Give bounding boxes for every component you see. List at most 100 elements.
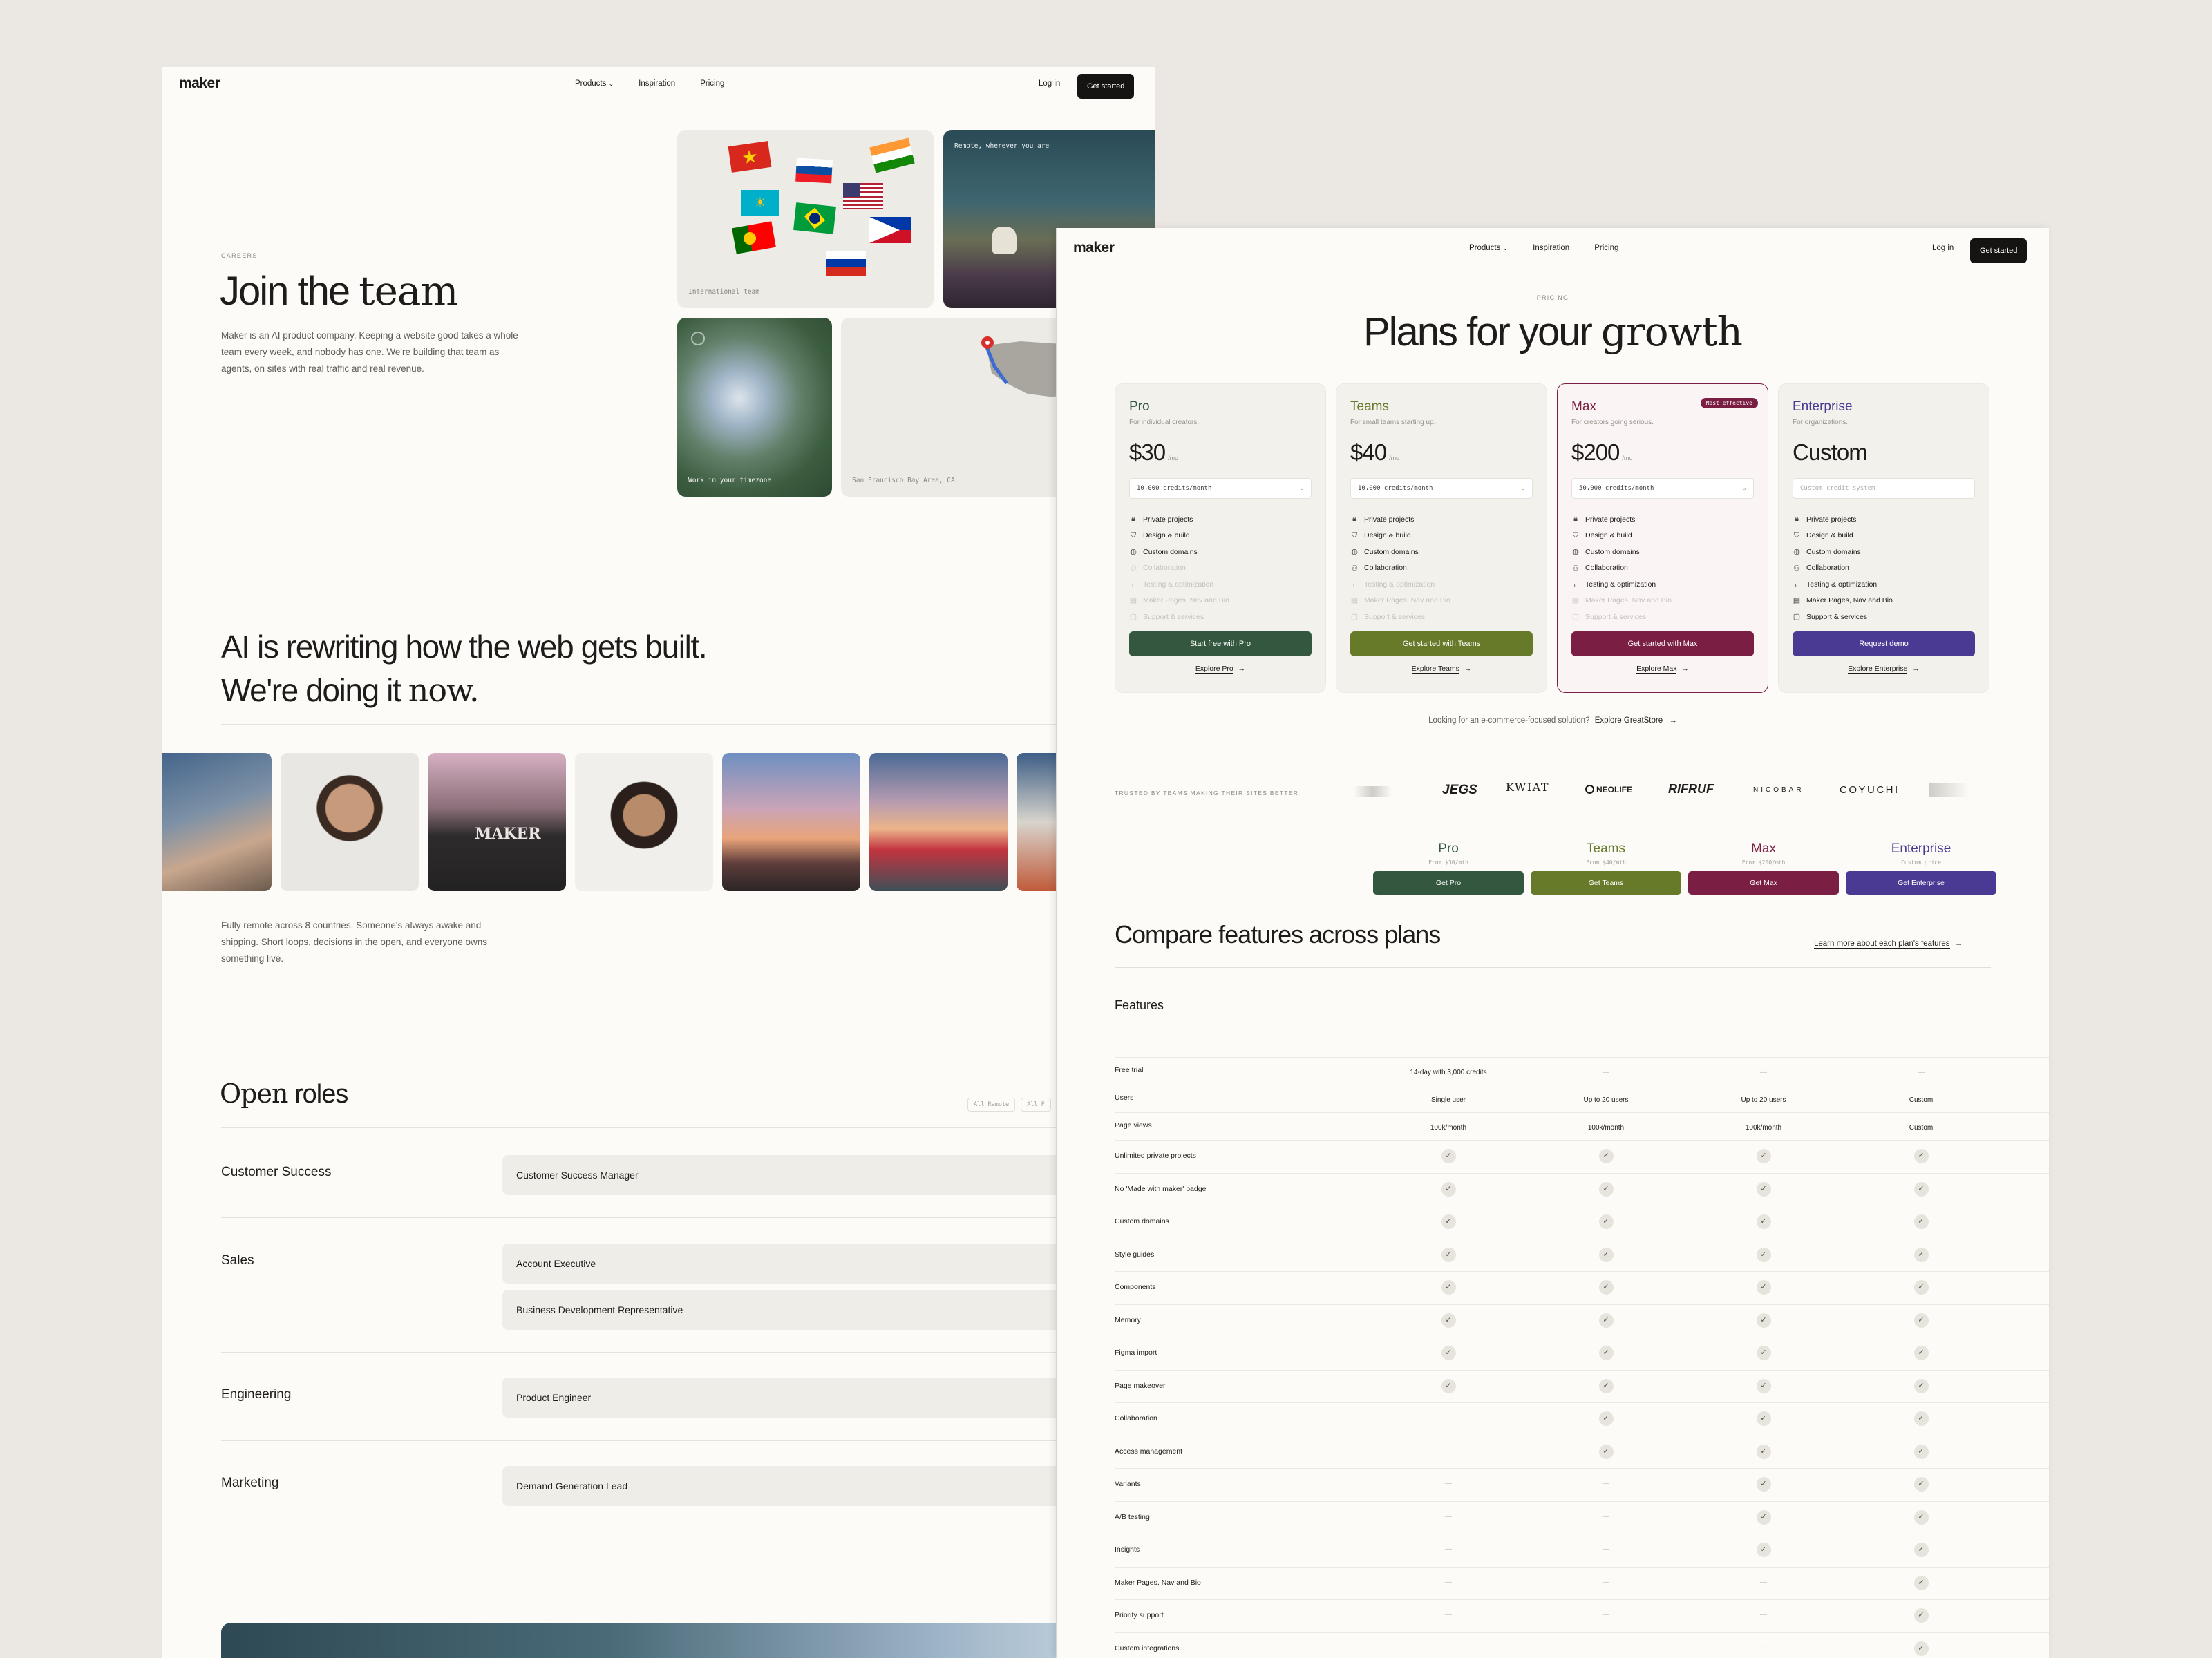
feature-cell: ✓ xyxy=(1688,1411,1840,1426)
learn-more-link[interactable]: Learn more about each plan's features → xyxy=(1814,940,1963,949)
footer-banner-image xyxy=(221,1623,1155,1658)
divider xyxy=(1115,967,1991,968)
get-started-button[interactable]: Get started xyxy=(1970,238,2027,263)
check-icon: ✓ xyxy=(1913,1214,1929,1229)
features-label: Features xyxy=(1115,998,1164,1012)
careers-eyebrow: CAREERS xyxy=(221,252,258,259)
feature-name: Collaboration xyxy=(1115,1414,1157,1422)
nav-inspiration[interactable]: Inspiration xyxy=(1533,244,1569,252)
column-plan-name: Max xyxy=(1751,841,1776,856)
feature-cell: 100k/month xyxy=(1587,1124,1625,1132)
plan-cta-button[interactable]: Start free with Pro xyxy=(1129,631,1312,656)
check-icon: ✓ xyxy=(1441,1247,1456,1262)
nav-pricing[interactable]: Pricing xyxy=(1594,244,1618,252)
login-link[interactable]: Log in xyxy=(1932,244,1954,252)
plan-feature: ▤ Maker Pages, Nav and Bio xyxy=(1129,596,1229,605)
column-cta-button[interactable]: Get Enterprise xyxy=(1846,871,1996,895)
divider xyxy=(221,1352,1155,1353)
check-icon: ✓ xyxy=(1756,1247,1771,1262)
plan-feature: 🔒︎ Private projects xyxy=(1793,511,1893,528)
filter-location[interactable]: All Remote xyxy=(967,1098,1016,1112)
feature-name: Maker Pages, Nav and Bio xyxy=(1115,1578,1201,1587)
feature-cell: — xyxy=(1603,1611,1609,1619)
check-icon: ✓ xyxy=(1756,1477,1771,1492)
explore-plan-link[interactable]: Explore Max → xyxy=(1558,665,1768,674)
pricing-nav-links: Products ⌄ Inspiration Pricing xyxy=(1469,244,1618,252)
flag-portugal-icon xyxy=(732,221,776,254)
feature-cell: ✓ xyxy=(1688,1346,1840,1360)
credits-select[interactable]: 10,000 credits/month ⌄ xyxy=(1350,478,1533,499)
column-cta-button[interactable]: Get Pro xyxy=(1373,871,1524,895)
check-icon: ✓ xyxy=(1913,1181,1929,1197)
nav-products[interactable]: Products ⌄ xyxy=(1469,244,1508,252)
shield-icon: ⛉ xyxy=(1351,531,1358,540)
feature-cell: ✓ xyxy=(1845,1346,1997,1360)
check-icon: ✓ xyxy=(1756,1181,1771,1197)
feature-cell: Custom xyxy=(1909,1124,1934,1132)
feature-cell: — xyxy=(1760,1578,1767,1586)
plan-cta-button[interactable]: Get started with Max xyxy=(1571,631,1754,656)
column-cta-button[interactable]: Get Teams xyxy=(1531,871,1681,895)
feature-cell: — xyxy=(1603,1512,1609,1521)
nav-products[interactable]: Products ⌄ xyxy=(575,79,614,88)
check-icon: ✓ xyxy=(1598,1313,1614,1328)
feature-cell: ✓ xyxy=(1845,1543,1997,1557)
plan-feature: ⚇ Collaboration xyxy=(1351,564,1407,573)
plan-description: For small teams starting up. xyxy=(1350,419,1436,426)
feature-cell: ✓ xyxy=(1845,1444,1997,1459)
tile-caption: Remote, wherever you are xyxy=(954,142,1050,150)
feature-cell: Single user xyxy=(1430,1096,1466,1104)
compare-row: Unlimited private projects ✓ ✓ ✓ ✓ xyxy=(1115,1140,2049,1173)
flag-slovakia-icon xyxy=(795,158,833,184)
check-icon: ✓ xyxy=(1441,1346,1456,1360)
feature-cell: ✓ xyxy=(1688,1378,1840,1393)
plan-feature: ⚇ Collaboration xyxy=(1572,564,1628,573)
explore-plan-link[interactable]: Explore Pro → xyxy=(1115,665,1325,674)
compare-column-teams: Teams From $40/mth Get Teams xyxy=(1530,841,1682,895)
explore-greatstore-link[interactable]: Explore GreatStore xyxy=(1594,716,1663,725)
feature-cell: — xyxy=(1445,1643,1452,1652)
plan-cta-button[interactable]: Request demo xyxy=(1793,631,1975,656)
support-icon: ▢ xyxy=(1129,613,1137,622)
plan-feature: ▢ Support & services xyxy=(1571,612,1647,622)
credits-select[interactable]: 10,000 credits/month ⌄ xyxy=(1129,478,1312,499)
compare-row: Components ✓ ✓ ✓ ✓ xyxy=(1115,1271,2049,1304)
feature-cell: ✓ xyxy=(1688,1181,1840,1197)
credits-select[interactable]: Custom credit system xyxy=(1793,478,1975,499)
plan-description: For individual creators. xyxy=(1129,419,1200,426)
careers-navbar: maker Products ⌄ Inspiration Pricing Log… xyxy=(162,67,1155,106)
get-started-button[interactable]: Get started xyxy=(1077,74,1135,99)
nav-pricing[interactable]: Pricing xyxy=(700,79,724,88)
compare-row: Variants — — ✓ ✓ xyxy=(1115,1468,2049,1501)
faded-logo xyxy=(1929,783,1969,797)
filter-team[interactable]: All F xyxy=(1021,1098,1051,1112)
compare-row: Custom integrations — — — ✓ xyxy=(1115,1632,2049,1658)
feature-cell: — xyxy=(1445,1414,1452,1422)
maker-logo[interactable]: maker xyxy=(1073,240,1115,256)
nav-inspiration[interactable]: Inspiration xyxy=(639,79,675,88)
column-cta-button[interactable]: Get Max xyxy=(1688,871,1839,895)
explore-plan-link[interactable]: Explore Teams → xyxy=(1336,665,1547,674)
explore-plan-link[interactable]: Explore Enterprise → xyxy=(1779,665,1989,674)
feature-cell: ✓ xyxy=(1688,1149,1840,1163)
plan-cta-button[interactable]: Get started with Teams xyxy=(1350,631,1533,656)
chart-icon: ⌞ xyxy=(1573,580,1578,589)
plan-feature-list: 🔒︎ Private projects ⛉ Design & build ◍ Custom… xyxy=(1793,511,1893,625)
chevron-down-icon: ⌄ xyxy=(1520,484,1525,492)
credits-select[interactable]: 50,000 credits/month ⌄ xyxy=(1571,478,1754,499)
team-photo xyxy=(869,753,1008,891)
maker-logo[interactable]: maker xyxy=(179,75,220,92)
check-icon: ✓ xyxy=(1598,1181,1614,1197)
check-icon: ✓ xyxy=(1756,1378,1771,1393)
feature-cell: ✓ xyxy=(1845,1608,1997,1623)
chart-icon: ⌞ xyxy=(1795,580,1799,589)
plan-card-teams: Teams For small teams starting up. $40/mo 1… xyxy=(1336,383,1547,693)
feature-name: Users xyxy=(1115,1094,1134,1102)
check-icon: ✓ xyxy=(1756,1346,1771,1360)
login-link[interactable]: Log in xyxy=(1039,79,1060,88)
team-photo xyxy=(575,753,713,891)
support-icon: ▢ xyxy=(1793,613,1801,622)
logo-rifruf: RIFRUF xyxy=(1668,782,1714,796)
column-plan-name: Pro xyxy=(1438,841,1459,856)
plan-feature: 🔒︎ Private projects xyxy=(1571,511,1672,528)
